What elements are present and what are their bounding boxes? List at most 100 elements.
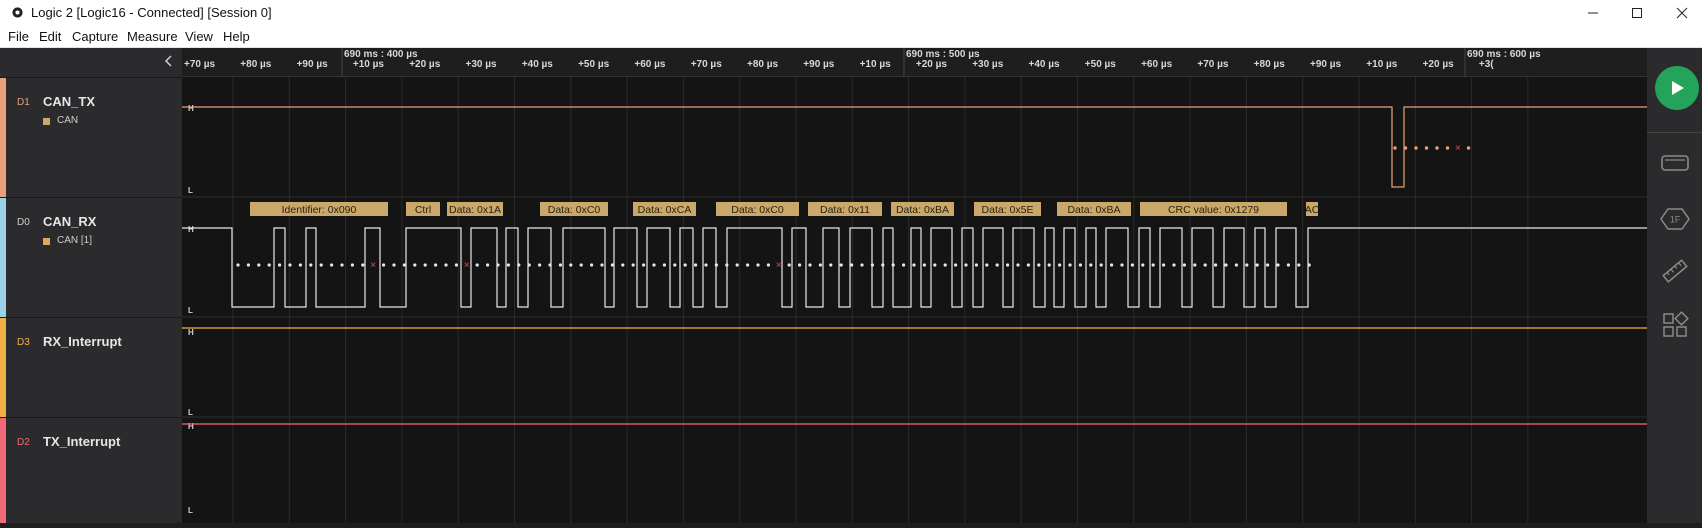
- bit-sample-dot: [413, 263, 417, 267]
- channel-name[interactable]: CAN_RX: [43, 214, 96, 229]
- window-title: Logic 2 [Logic16 - Connected] [Session 0…: [31, 5, 272, 20]
- bit-sample-dot: [496, 263, 500, 267]
- bit-sample-dot: [860, 263, 864, 267]
- time-tick-label: +60 µs: [1141, 59, 1173, 70]
- channel-name[interactable]: RX_Interrupt: [43, 334, 122, 349]
- time-ruler[interactable]: +70 µs +80 µs +90 µs +10 µs +20 µs +30 µs +40 …: [182, 48, 1647, 77]
- gear-icon: [12, 7, 23, 18]
- bit-sample-dot: [538, 263, 542, 267]
- bit-sample-dot: [735, 263, 739, 267]
- time-tick-label: +50 µs: [578, 59, 610, 70]
- time-tick-label: +70 µs: [184, 59, 216, 70]
- bit-sample-dot: [1286, 263, 1290, 267]
- decoded-frame-label: AC: [1305, 204, 1320, 216]
- bit-sample-dot: [527, 263, 531, 267]
- menu-view[interactable]: View: [185, 29, 213, 44]
- bit-sample-dot: [402, 263, 406, 267]
- analyzer-label[interactable]: CAN [1]: [57, 235, 92, 246]
- bit-sample-dot: [382, 263, 386, 267]
- decoded-frame-label: Data: 0xBA: [896, 204, 949, 216]
- time-tick-label: +90 µs: [803, 59, 835, 70]
- time-major-label: 690 ms : 500 µs: [906, 49, 980, 60]
- bit-sample-dot: [746, 263, 750, 267]
- run-capture-button[interactable]: [1655, 66, 1699, 110]
- bit-sample-dot: [652, 263, 656, 267]
- collapse-panel-button[interactable]: [164, 55, 174, 70]
- bit-sample-dot: [340, 263, 344, 267]
- close-button[interactable]: [1662, 0, 1702, 25]
- time-tick-label: +40 µs: [522, 59, 554, 70]
- decoded-frame-label: Data: 0x1A: [449, 204, 501, 216]
- stuff-error-marker: ×: [1455, 143, 1461, 154]
- bit-sample-dot: [330, 263, 334, 267]
- channel-name[interactable]: TX_Interrupt: [43, 434, 120, 449]
- maximize-button[interactable]: [1617, 0, 1657, 25]
- analyzer-icon[interactable]: 1F: [1660, 204, 1690, 234]
- stuff-error-marker: ×: [776, 260, 782, 271]
- bit-sample-dot: [1276, 263, 1280, 267]
- extensions-icon[interactable]: [1660, 310, 1690, 340]
- bit-sample-dot: [506, 263, 510, 267]
- time-tick-label: +30 µs: [972, 59, 1004, 70]
- bit-sample-dot: [912, 263, 916, 267]
- bit-sample-dot: [1068, 263, 1072, 267]
- bit-sample-dot: [444, 263, 448, 267]
- bit-sample-dot: [1058, 263, 1062, 267]
- channel-row-can-rx[interactable]: D0 CAN_RX CAN [1]: [0, 197, 182, 317]
- decoded-frame-label: Ctrl: [415, 204, 431, 216]
- analyzer-label[interactable]: CAN: [57, 115, 78, 126]
- bit-sample-dot: [1224, 263, 1228, 267]
- bit-sample-dot: [964, 263, 968, 267]
- bit-sample-dot: [1424, 146, 1429, 150]
- bit-sample-dot: [392, 263, 396, 267]
- channel-row-tx-interrupt[interactable]: D2 TX_Interrupt: [0, 417, 182, 523]
- bit-sample-dot: [995, 263, 999, 267]
- bit-sample-dot: [787, 263, 791, 267]
- bit-sample-dot: [1403, 146, 1408, 150]
- time-tick-label: +10 µs: [860, 59, 892, 70]
- menu-capture[interactable]: Capture: [72, 29, 118, 44]
- bit-sample-dot: [517, 263, 521, 267]
- bit-sample-dot: [1099, 263, 1103, 267]
- bit-sample-dot: [974, 263, 979, 267]
- bit-sample-dot: [1393, 146, 1397, 150]
- bit-sample-dot: [569, 263, 573, 267]
- decoded-frame-label: Data: 0xC0: [548, 204, 601, 216]
- waveform-area[interactable]: H L × H L × × × Identifier: 0x090 Ctrl Data: 0x1A D…: [182, 77, 1647, 523]
- menu-measure[interactable]: Measure: [127, 29, 178, 44]
- bit-sample-dot: [350, 263, 354, 267]
- bit-sample-dot: [246, 263, 250, 267]
- bit-sample-dot: [798, 263, 802, 267]
- menu-help[interactable]: Help: [223, 29, 250, 44]
- measure-icon[interactable]: [1660, 256, 1690, 286]
- bit-sample-dot: [631, 263, 635, 267]
- time-tick-label: +70 µs: [691, 59, 723, 70]
- level-low-label: L: [188, 306, 193, 315]
- bit-sample-dot: [1297, 263, 1301, 267]
- decoded-frame-label: Data: 0x5E: [982, 204, 1034, 216]
- bit-sample-dot: [558, 263, 562, 267]
- device-icon[interactable]: [1660, 148, 1690, 178]
- time-tick-label: +40 µs: [1029, 59, 1061, 70]
- channel-row-can-tx[interactable]: D1 CAN_TX CAN: [0, 77, 182, 197]
- channel-row-rx-interrupt[interactable]: D3 RX_Interrupt: [0, 317, 182, 417]
- bit-sample-dot: [985, 263, 989, 267]
- bit-sample-dot: [590, 263, 594, 267]
- bit-sample-dot: [1016, 263, 1020, 267]
- time-tick-label: +10 µs: [353, 59, 385, 70]
- waveform-canvas: HL×HL× × ×Identifier: 0x090 Ctrl Data: 0x1A D…: [182, 77, 1647, 523]
- minimize-button[interactable]: [1573, 0, 1613, 25]
- decoded-frame-label: CRC value: 0x1279: [1168, 204, 1259, 216]
- menu-edit[interactable]: Edit: [39, 29, 61, 44]
- time-tick-label: +20 µs: [1423, 59, 1455, 70]
- time-tick-label: +60 µs: [634, 59, 666, 70]
- bit-sample-dot: [1172, 263, 1176, 267]
- channel-name[interactable]: CAN_TX: [43, 94, 95, 109]
- decoded-frame-label: Identifier: 0x090: [282, 204, 357, 216]
- bit-sample-dot: [319, 263, 323, 267]
- channel-color-stripe: [0, 318, 6, 417]
- bit-sample-dot: [1203, 263, 1207, 267]
- bit-sample-dot: [662, 263, 666, 267]
- menu-file[interactable]: File: [8, 29, 29, 44]
- decoded-frame-label: Data: 0xBA: [1067, 204, 1120, 216]
